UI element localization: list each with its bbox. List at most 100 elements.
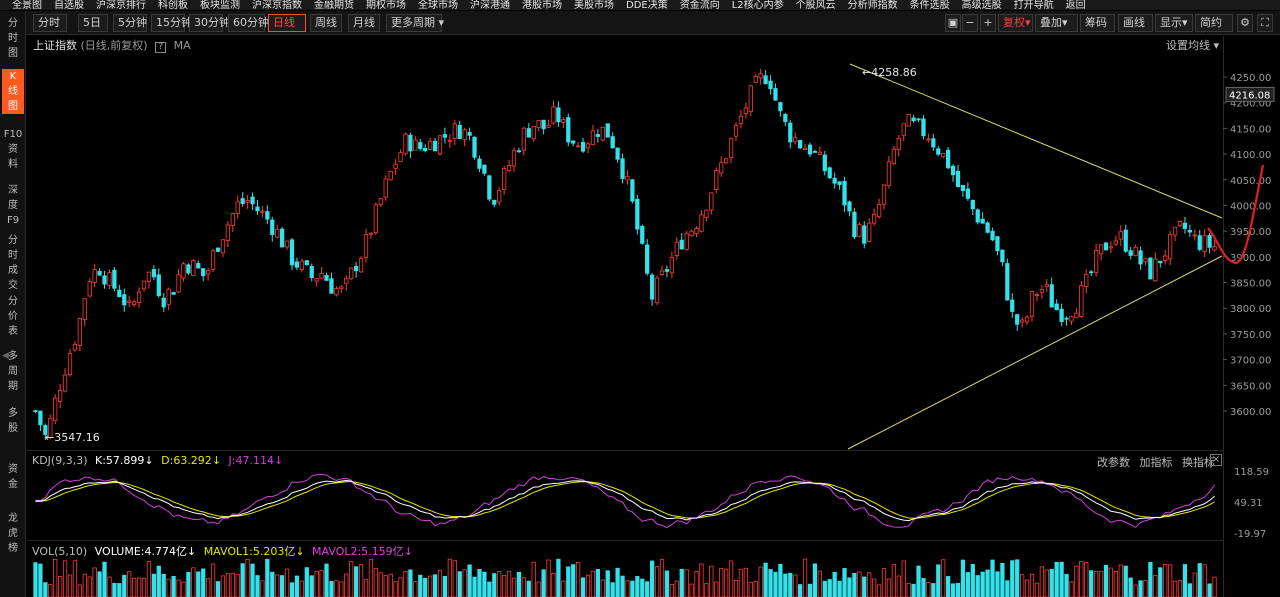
volume-bar — [235, 574, 240, 597]
volume-bar — [1103, 564, 1109, 597]
candle-body — [349, 267, 354, 280]
volume-bar — [1034, 582, 1040, 597]
candle-body — [511, 150, 517, 167]
candle-body — [363, 233, 369, 258]
candle-body — [832, 177, 837, 184]
volume-bar — [768, 569, 773, 597]
volume-bar — [324, 563, 329, 597]
candle-body — [931, 138, 936, 148]
volume-bar — [921, 577, 926, 597]
volume-bar — [156, 565, 161, 597]
candle-body — [876, 204, 882, 217]
candle-body — [373, 204, 378, 233]
volume-bar — [758, 566, 763, 597]
volume-bar — [497, 571, 502, 597]
volume-bar — [812, 563, 818, 597]
current-price-label: 4216.08 — [1229, 90, 1270, 101]
volume-bar — [516, 571, 522, 597]
volume-bar — [807, 583, 813, 597]
volume-bar — [1098, 570, 1104, 597]
volume-bar — [196, 571, 201, 597]
candle-body — [561, 119, 566, 123]
volume-bar — [995, 571, 1000, 597]
candle-body — [738, 115, 744, 124]
volume-bar — [240, 563, 245, 597]
volume-bar — [802, 558, 808, 597]
volume-bar — [1177, 579, 1183, 597]
candle-body — [344, 277, 349, 285]
volume-bar — [1005, 580, 1010, 597]
price-tick-label: 3600.00 — [1230, 407, 1271, 418]
volume-bar — [1153, 574, 1158, 597]
volume-bar — [428, 575, 433, 597]
volume-bar — [669, 583, 674, 597]
volume-bar — [600, 579, 605, 597]
volume-bar — [876, 584, 882, 597]
candle-body — [536, 120, 541, 128]
volume-bar — [141, 577, 147, 597]
candle-body — [270, 219, 275, 236]
candle-body — [724, 158, 729, 164]
volume-bar — [931, 583, 936, 597]
volume-bar — [985, 569, 990, 597]
volume-bar — [432, 574, 438, 597]
volume-bar — [1148, 561, 1153, 597]
volume-bar — [294, 575, 300, 597]
candle-body — [753, 75, 758, 83]
volume-bar — [1064, 573, 1069, 597]
candle-body — [265, 211, 270, 220]
volume-bar — [462, 569, 467, 597]
candle-body — [423, 147, 428, 152]
candle-body — [1064, 317, 1069, 320]
candle-body — [250, 196, 255, 205]
candle-body — [215, 247, 221, 252]
candle-body — [541, 119, 546, 130]
candle-body — [679, 239, 684, 250]
candle-body — [107, 272, 112, 286]
price-tick-label: 4050.00 — [1230, 176, 1271, 187]
volume-bar — [862, 576, 867, 597]
candle-body — [521, 127, 526, 151]
volume-bar — [319, 570, 324, 597]
price-tick-label: 4150.00 — [1230, 124, 1271, 135]
price-tick-label: 4250.00 — [1230, 73, 1271, 84]
volume-bar — [146, 561, 152, 597]
candle-body — [368, 232, 374, 235]
candle-body — [393, 163, 398, 169]
volume-bar — [1143, 580, 1148, 597]
volume-bar — [1074, 565, 1079, 597]
candle-body — [714, 170, 719, 191]
volume-bar — [270, 571, 275, 597]
volume-bar — [684, 569, 689, 597]
candlestick-chart[interactable]: 4250.004200.004150.004100.004050.004000.… — [0, 0, 1280, 597]
volume-bar — [1079, 560, 1084, 597]
candle-body — [72, 343, 78, 351]
candle-body — [595, 134, 600, 137]
candle-body — [576, 145, 581, 148]
volume-bar — [265, 558, 270, 597]
volume-bar — [151, 573, 156, 597]
volume-bar — [334, 580, 339, 597]
volume-bar — [408, 569, 413, 597]
candle-body — [432, 140, 438, 152]
kdj-tick-label: 49.31 — [1234, 498, 1263, 509]
candle-body — [748, 85, 753, 112]
price-tick-label: 3800.00 — [1230, 304, 1271, 315]
volume-bar — [482, 571, 487, 597]
candle-body — [605, 123, 610, 138]
candle-body — [1202, 235, 1207, 253]
candle-body — [1128, 250, 1133, 256]
volume-bar — [1123, 565, 1128, 597]
volume-bar — [220, 575, 226, 597]
candle-body — [245, 200, 250, 203]
candle-body — [1207, 235, 1212, 248]
candle-body — [1029, 291, 1035, 317]
volume-bar — [1192, 572, 1197, 597]
candle-body — [719, 162, 724, 174]
volume-bar — [536, 581, 541, 597]
candle-body — [235, 201, 240, 214]
candle-body — [1118, 231, 1123, 240]
volume-bar — [916, 565, 921, 597]
candle-body — [497, 190, 502, 203]
candle-body — [1197, 235, 1202, 250]
